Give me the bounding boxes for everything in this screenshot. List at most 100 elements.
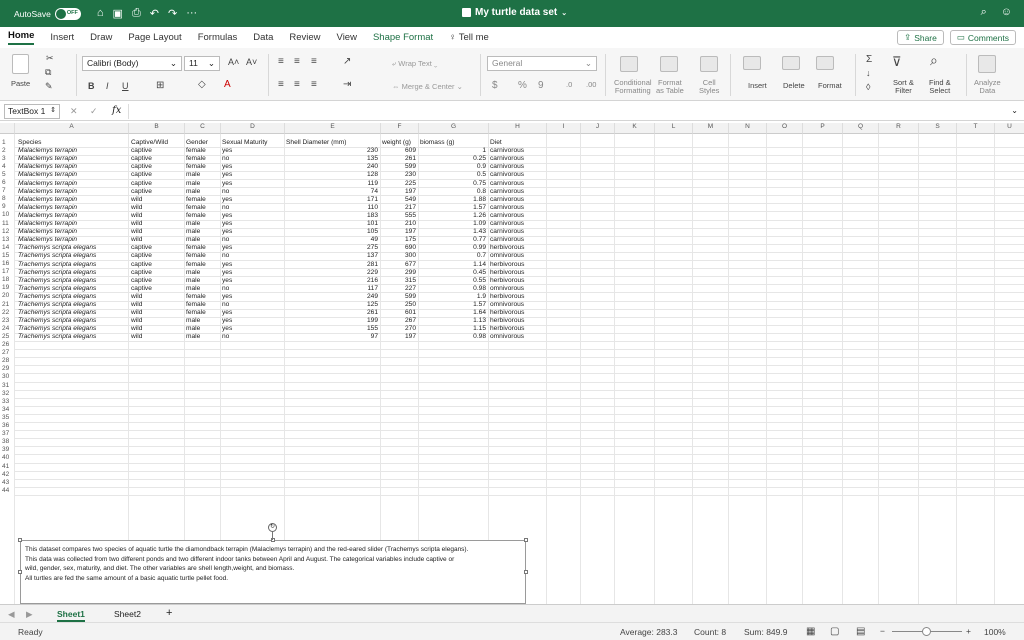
table-cell[interactable]: captive [131, 171, 183, 179]
format-button[interactable]: Format [818, 81, 842, 90]
row-header[interactable]: 42 [0, 471, 14, 478]
table-cell[interactable]: wild [131, 317, 183, 325]
align-left-icon[interactable]: ≡ [278, 79, 284, 90]
row-header[interactable]: 31 [0, 382, 14, 389]
table-cell[interactable]: yes [222, 293, 282, 301]
home-icon[interactable]: ⌂ [97, 7, 104, 20]
column-header[interactable]: C [184, 123, 220, 134]
row-header[interactable]: 11 [0, 220, 14, 227]
table-cell[interactable]: captive [131, 147, 183, 155]
expand-formula-icon[interactable]: ⌄ [1011, 106, 1018, 115]
resize-handle[interactable] [18, 570, 22, 574]
table-cell[interactable]: 1.57 [420, 204, 486, 212]
table-cell[interactable]: carnivorous [490, 212, 542, 220]
format-cells-icon[interactable] [816, 56, 834, 70]
table-cell[interactable]: 125 [286, 301, 378, 309]
table-cell[interactable]: female [186, 196, 220, 204]
comma-button[interactable]: 9 [538, 80, 544, 91]
format-as-table-button[interactable]: Format as Table [656, 79, 684, 95]
row-header[interactable]: 15 [0, 252, 14, 259]
table-cell[interactable]: captive [131, 244, 183, 252]
table-cell[interactable]: no [222, 188, 282, 196]
table-cell[interactable]: no [222, 301, 282, 309]
find-select-icon[interactable]: ⌕ [930, 52, 938, 69]
table-cell[interactable]: captive [131, 188, 183, 196]
format-painter-icon[interactable]: ✎ [45, 81, 53, 92]
table-cell[interactable]: Malaclemys terrapin [18, 220, 126, 228]
table-cell[interactable]: male [186, 171, 220, 179]
table-cell[interactable]: 0.99 [420, 244, 486, 252]
table-cell[interactable]: 690 [382, 244, 416, 252]
table-cell[interactable]: carnivorous [490, 228, 542, 236]
table-cell[interactable]: wild [131, 293, 183, 301]
increase-decimal-icon[interactable]: .0 [566, 80, 572, 89]
column-title-cell[interactable]: Species [18, 139, 126, 147]
zoom-slider[interactable] [892, 627, 962, 636]
conditional-formatting-button[interactable]: Conditional Formatting [614, 79, 652, 95]
page-layout-view-icon[interactable]: ▢ [830, 626, 839, 637]
table-cell[interactable]: yes [222, 212, 282, 220]
table-cell[interactable]: 1.9 [420, 293, 486, 301]
table-cell[interactable]: Trachemys scripta elegans [18, 277, 126, 285]
table-cell[interactable]: 230 [382, 171, 416, 179]
table-cell[interactable]: 0.5 [420, 171, 486, 179]
row-header[interactable]: 12 [0, 228, 14, 235]
italic-button[interactable]: I [106, 81, 109, 91]
table-cell[interactable]: 0.9 [420, 163, 486, 171]
table-cell[interactable]: 599 [382, 293, 416, 301]
delete-cells-icon[interactable] [782, 56, 800, 70]
row-header[interactable]: 29 [0, 365, 14, 372]
table-cell[interactable]: captive [131, 285, 183, 293]
table-cell[interactable]: carnivorous [490, 163, 542, 171]
row-header[interactable]: 8 [0, 195, 14, 202]
font-color-icon[interactable]: A [224, 79, 231, 90]
column-header[interactable]: S [918, 123, 956, 134]
table-cell[interactable]: 0.98 [420, 285, 486, 293]
align-middle-icon[interactable]: ≡ [294, 56, 300, 67]
account-icon[interactable]: ☺ [1001, 6, 1012, 19]
table-cell[interactable]: herbivorous [490, 269, 542, 277]
tab-draw[interactable]: Draw [90, 32, 112, 43]
bold-button[interactable]: B [88, 81, 95, 91]
table-cell[interactable]: 249 [286, 293, 378, 301]
column-header[interactable]: O [766, 123, 802, 134]
table-cell[interactable]: 555 [382, 212, 416, 220]
table-cell[interactable]: omnivorous [490, 333, 542, 341]
row-header[interactable]: 21 [0, 301, 14, 308]
table-cell[interactable]: carnivorous [490, 180, 542, 188]
merge-center-button[interactable]: ⇔ Merge & Center ⌄ [392, 82, 463, 91]
tab-review[interactable]: Review [289, 32, 320, 43]
table-cell[interactable]: no [222, 333, 282, 341]
resize-handle[interactable] [524, 538, 528, 542]
table-cell[interactable]: captive [131, 252, 183, 260]
analyze-data-icon[interactable] [978, 55, 996, 73]
table-cell[interactable]: wild [131, 212, 183, 220]
zoom-out-icon[interactable]: − [880, 626, 885, 636]
table-cell[interactable]: 0.98 [420, 333, 486, 341]
table-cell[interactable]: 135 [286, 155, 378, 163]
table-cell[interactable]: wild [131, 325, 183, 333]
table-cell[interactable]: herbivorous [490, 317, 542, 325]
tell-me[interactable]: ♀ Tell me [449, 32, 489, 43]
table-cell[interactable]: 227 [382, 285, 416, 293]
table-cell[interactable]: 197 [382, 188, 416, 196]
table-cell[interactable]: 230 [286, 147, 378, 155]
align-right-icon[interactable]: ≡ [311, 79, 317, 90]
table-cell[interactable]: male [186, 188, 220, 196]
table-cell[interactable]: herbivorous [490, 309, 542, 317]
table-cell[interactable]: 1.26 [420, 212, 486, 220]
table-cell[interactable]: 0.45 [420, 269, 486, 277]
row-header[interactable]: 19 [0, 284, 14, 291]
row-header[interactable]: 16 [0, 260, 14, 267]
document-title[interactable]: My turtle data set ⌄ [462, 7, 567, 18]
analyze-data-button[interactable]: Analyze Data [974, 79, 1001, 95]
table-cell[interactable]: wild [131, 309, 183, 317]
table-cell[interactable]: 0.25 [420, 155, 486, 163]
table-cell[interactable]: Malaclemys terrapin [18, 180, 126, 188]
table-cell[interactable]: 155 [286, 325, 378, 333]
table-cell[interactable]: female [186, 252, 220, 260]
row-header[interactable]: 10 [0, 211, 14, 218]
column-header[interactable]: K [614, 123, 654, 134]
column-header[interactable]: J [580, 123, 614, 134]
table-cell[interactable]: 601 [382, 309, 416, 317]
